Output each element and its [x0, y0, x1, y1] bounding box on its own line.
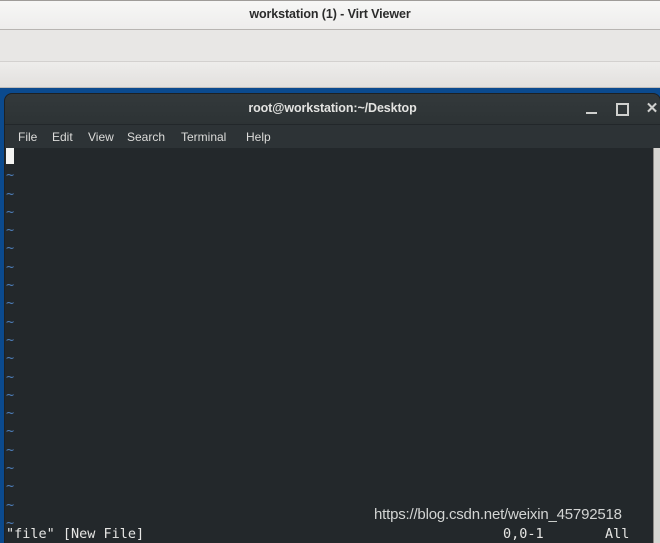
terminal-scrollbar[interactable] — [653, 148, 660, 543]
vim-tilde-line: ~ — [6, 460, 15, 477]
minimize-button[interactable] — [580, 98, 602, 120]
maximize-icon — [615, 103, 629, 116]
menu-item-view[interactable]: View — [85, 128, 117, 146]
vim-tilde-line: ~ — [6, 496, 15, 513]
maximize-button[interactable] — [611, 98, 633, 120]
vim-tilde-line: ~ — [6, 313, 15, 330]
vim-ruler-scroll: All — [605, 526, 630, 542]
guest-desktop-area: root@workstation:~/Desktop ✕ File Edit Vie… — [0, 88, 660, 543]
vim-tilde-line: ~ — [6, 368, 15, 385]
vim-tilde-line: ~ — [6, 185, 15, 202]
virt-viewer-window: workstation (1) - Virt Viewer root@works… — [0, 0, 660, 543]
vim-tilde-line: ~ — [6, 240, 15, 257]
vim-tilde-line: ~ — [6, 405, 15, 422]
virt-viewer-menubar[interactable] — [0, 30, 660, 62]
virt-viewer-title: workstation (1) - Virt Viewer — [249, 7, 411, 21]
menu-item-edit[interactable]: Edit — [49, 128, 76, 146]
vim-tilde-line: ~ — [6, 167, 15, 184]
close-button[interactable]: ✕ — [641, 98, 660, 120]
terminal-title: root@workstation:~/Desktop — [248, 101, 417, 115]
terminal-titlebar[interactable]: root@workstation:~/Desktop ✕ — [5, 94, 660, 125]
vim-tilde-line: ~ — [6, 478, 15, 495]
vim-tilde-line: ~ — [6, 441, 15, 458]
vim-status-line: "file" [New File] 0,0-1 All — [5, 526, 653, 543]
titlebar-top-divider — [0, 0, 660, 1]
menu-item-help[interactable]: Help — [243, 128, 274, 146]
menu-item-search[interactable]: Search — [124, 128, 168, 146]
vim-tilde-line: ~ — [6, 222, 15, 239]
menu-item-file[interactable]: File — [15, 128, 40, 146]
vim-buffer[interactable]: ~ ~ ~ ~ ~ ~ ~ ~ ~ ~ ~ ~ ~ ~ ~ ~ ~ ~ ~ ~ — [5, 148, 653, 526]
gnome-terminal-window: root@workstation:~/Desktop ✕ File Edit Vie… — [5, 94, 660, 543]
vim-tilde-line: ~ — [6, 386, 15, 403]
vim-tilde-line: ~ — [6, 514, 15, 526]
close-icon: ✕ — [645, 100, 659, 117]
vim-ruler-position: 0,0-1 — [503, 526, 544, 542]
vim-file-message: "file" [New File] — [6, 526, 145, 542]
vim-cursor-line — [5, 148, 653, 166]
minimize-icon — [585, 112, 597, 114]
vim-tilde-line: ~ — [6, 423, 15, 440]
vim-tilde-line: ~ — [6, 350, 15, 367]
menu-item-terminal[interactable]: Terminal — [178, 128, 229, 146]
vim-tilde-line: ~ — [6, 277, 15, 294]
virt-viewer-toolbar[interactable] — [0, 62, 660, 88]
virt-viewer-titlebar: workstation (1) - Virt Viewer — [0, 0, 660, 30]
vim-tilde-line: ~ — [6, 203, 15, 220]
vim-tilde-line: ~ — [6, 331, 15, 348]
vim-tilde-line: ~ — [6, 258, 15, 275]
vim-tilde-line: ~ — [6, 295, 15, 312]
vim-cursor — [6, 148, 14, 164]
terminal-menubar: File Edit View Search Terminal Help — [5, 125, 660, 149]
